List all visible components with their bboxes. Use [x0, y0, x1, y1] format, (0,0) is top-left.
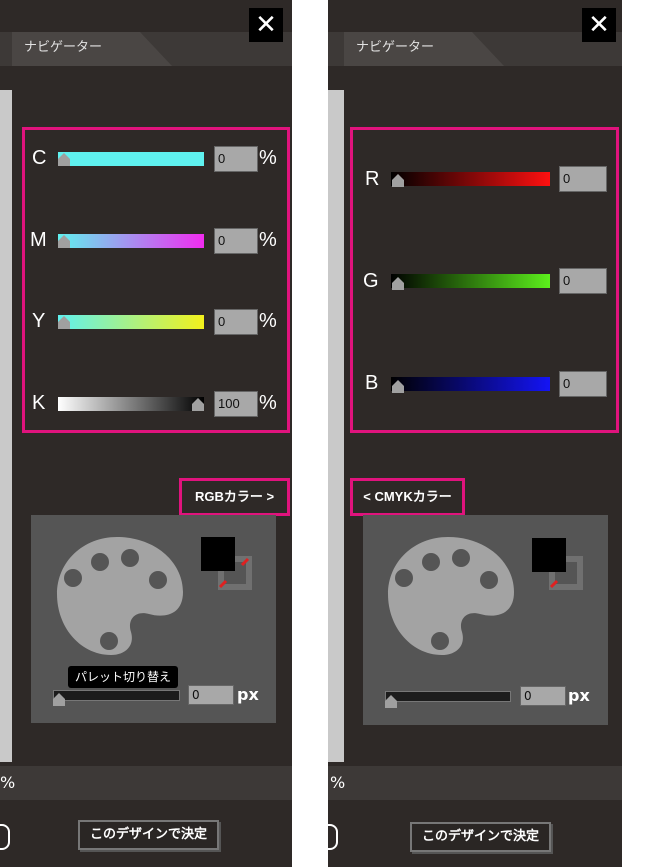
stroke-width-input[interactable]: 0	[520, 686, 566, 706]
left-edge-control[interactable]	[0, 824, 10, 850]
slider-r[interactable]	[391, 172, 550, 186]
cmyk-highlight-box	[22, 127, 290, 433]
percent-label-c: %	[259, 147, 277, 169]
palette-switch-tooltip: パレット切り替え	[68, 666, 179, 688]
channel-label-c: C	[32, 147, 47, 169]
color-panel-rgb: ナビゲーター R 0 G 0 B 0 < CMYKカラー 0 px このデザイン…	[328, 0, 622, 867]
slider-g[interactable]	[391, 274, 550, 288]
left-edge-control[interactable]	[328, 824, 338, 850]
value-input-r[interactable]: 0	[559, 166, 607, 192]
palette-icon[interactable]	[55, 534, 185, 656]
value-input-m[interactable]: 0	[214, 228, 258, 254]
swap-colors-icon[interactable]	[216, 555, 252, 591]
close-icon[interactable]: ✕	[582, 8, 616, 42]
slider-c[interactable]	[58, 152, 204, 166]
slider-y[interactable]	[58, 315, 204, 329]
value-input-y[interactable]: 0	[214, 309, 258, 335]
rgb-color-button[interactable]: RGBカラー >	[184, 482, 285, 512]
value-input-g[interactable]: 0	[559, 268, 607, 294]
px-unit-label: px	[568, 686, 590, 705]
canvas-edge	[0, 90, 12, 762]
channel-label-g: G	[363, 270, 379, 292]
canvas-edge	[328, 90, 344, 762]
confirm-design-button[interactable]: このデザインで決定	[410, 822, 551, 852]
bottom-bar	[0, 766, 292, 800]
swap-colors-icon[interactable]	[547, 555, 583, 591]
value-input-b[interactable]: 0	[559, 371, 607, 397]
slider-m[interactable]	[58, 234, 204, 248]
percent-label-y: %	[259, 310, 277, 332]
color-panel-cmyk: ナビゲーター C 0 % M 0 % Y 0 % K 100 % RGBカラー …	[0, 0, 292, 867]
palette-icon[interactable]	[386, 534, 516, 656]
channel-label-b: B	[365, 372, 379, 394]
cmyk-color-button[interactable]: < CMYKカラー	[355, 482, 460, 512]
slider-b[interactable]	[391, 377, 550, 391]
channel-label-m: M	[30, 229, 47, 251]
stroke-width-slider[interactable]	[53, 690, 180, 701]
zoom-percent: %	[0, 773, 16, 792]
close-icon[interactable]: ✕	[249, 8, 283, 42]
stroke-width-slider[interactable]	[385, 691, 511, 702]
channel-label-r: R	[365, 168, 380, 190]
percent-label-m: %	[259, 229, 277, 251]
value-input-c[interactable]: 0	[214, 146, 258, 172]
stroke-width-input[interactable]: 0	[188, 685, 234, 705]
channel-label-k: K	[32, 392, 46, 414]
slider-k[interactable]	[58, 397, 204, 411]
percent-label-k: %	[259, 392, 277, 414]
confirm-design-button[interactable]: このデザインで決定	[78, 820, 219, 850]
channel-label-y: Y	[32, 310, 46, 332]
zoom-percent: %	[330, 773, 346, 792]
value-input-k[interactable]: 100	[214, 391, 258, 417]
px-unit-label: px	[237, 685, 259, 704]
bottom-bar	[328, 766, 622, 800]
